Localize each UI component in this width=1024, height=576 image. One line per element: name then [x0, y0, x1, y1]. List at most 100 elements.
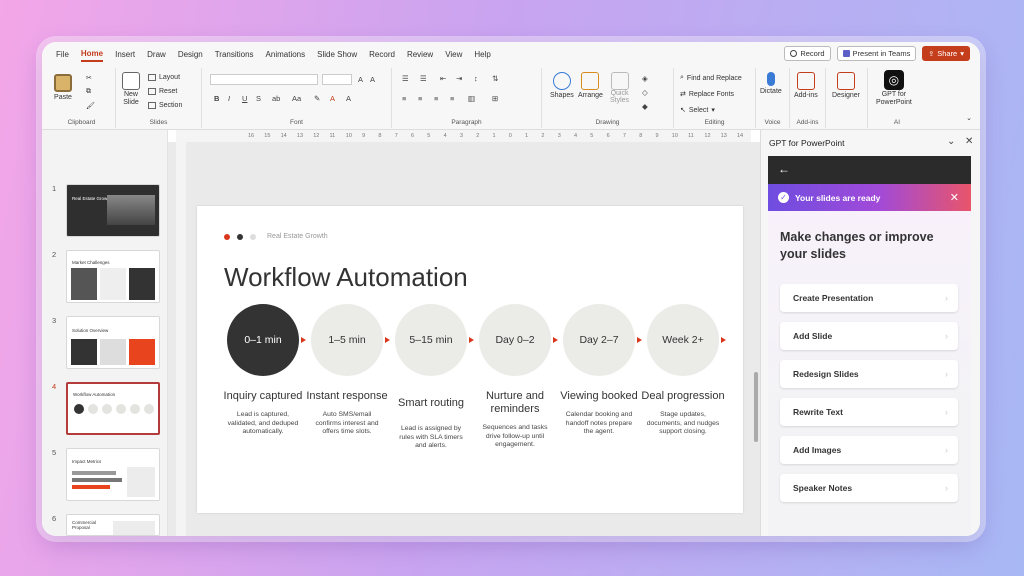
font-size-select[interactable] [322, 74, 352, 85]
text-direction-icon[interactable]: ⇅ [492, 74, 498, 83]
line-spacing-icon[interactable]: ↕ [474, 74, 478, 83]
character-spacing-icon[interactable]: ab [272, 94, 280, 103]
paste-button[interactable]: Paste [54, 74, 72, 101]
format-painter-icon[interactable]: 🖌 [86, 102, 95, 110]
arrange-button[interactable]: Arrange [578, 72, 603, 99]
align-right-icon[interactable]: ≡ [434, 94, 438, 103]
menu-animations[interactable]: Animations [266, 48, 306, 61]
menu-insert[interactable]: Insert [115, 48, 135, 61]
present-label: Present in Teams [852, 49, 911, 58]
bullets-icon[interactable]: ☰ [402, 74, 409, 83]
font-color-icon[interactable]: A [330, 94, 335, 103]
strikethrough-icon[interactable]: S [256, 94, 261, 103]
new-slide-button[interactable]: New Slide [122, 72, 140, 106]
align-center-icon[interactable]: ≡ [418, 94, 422, 103]
dismiss-icon[interactable]: ✕ [950, 191, 959, 204]
section-button[interactable]: Section [148, 102, 182, 109]
replace-fonts-button[interactable]: ⇄ Replace Fonts [680, 90, 734, 99]
dark-card [71, 339, 97, 365]
ai-group: ◎ GPT for PowerPoint AI [868, 68, 926, 128]
quick-styles-button[interactable]: Quick Styles [610, 72, 629, 104]
cut-icon[interactable]: ✂ [86, 74, 92, 82]
columns-icon[interactable]: ▥ [468, 94, 475, 103]
menu-transitions[interactable]: Transitions [215, 48, 254, 61]
close-icon[interactable]: ✕ [965, 136, 973, 147]
increase-indent-icon[interactable]: ⇥ [456, 74, 462, 83]
collapse-ribbon-icon[interactable]: ⌄ [966, 114, 972, 122]
menu-home[interactable]: Home [80, 47, 104, 62]
shapes-icon [552, 72, 571, 90]
chevron-down-icon[interactable]: ⌄ [947, 136, 955, 147]
font-name-select[interactable] [210, 74, 318, 85]
thumbnail-slide-2[interactable]: Market Challenges [66, 250, 160, 303]
highlight-icon[interactable]: ✎ [314, 94, 320, 103]
find-replace-button[interactable]: ⌕ Find and Replace [680, 74, 742, 82]
shapes-button[interactable]: Shapes [550, 72, 574, 99]
thumbnail-slide-1[interactable]: Real Estate Growth [66, 184, 160, 237]
present-in-teams-button[interactable]: Present in Teams [836, 46, 917, 61]
menu-slide-show[interactable]: Slide Show [317, 48, 357, 61]
change-case-icon[interactable]: Aa [292, 94, 301, 103]
underline-icon[interactable]: U [242, 94, 247, 103]
workflow-step[interactable]: 5–15 min Smart routing Lead is assigned … [389, 304, 473, 451]
ruler-tick: 6 [606, 133, 610, 139]
thumbnail-slide-6[interactable]: Commercial Proposal [66, 514, 160, 536]
menu-view[interactable]: View [445, 48, 462, 61]
workflow-step[interactable]: Day 0–2 Nurture and reminders Sequences … [473, 304, 557, 450]
vertical-ruler [176, 142, 186, 536]
numbering-icon[interactable]: ☰ [420, 74, 427, 83]
share-button[interactable]: ⇪ Share ▾ [922, 46, 970, 61]
clear-formatting-icon[interactable]: A [346, 94, 351, 103]
decrease-indent-icon[interactable]: ⇤ [440, 74, 446, 83]
record-button[interactable]: Record [784, 46, 831, 61]
copy-icon[interactable]: ⧉ [86, 88, 91, 96]
grow-font-icon[interactable]: A [358, 75, 363, 84]
menu-draw[interactable]: Draw [147, 48, 166, 61]
canvas-scrollbar[interactable] [754, 372, 758, 442]
bold-icon[interactable]: B [214, 94, 219, 103]
add-slide-button[interactable]: Add Slide › [780, 322, 958, 350]
editing-label: Editing [704, 119, 725, 126]
powerpoint-window: File Home Insert Draw Design Transitions… [42, 42, 980, 536]
shrink-font-icon[interactable]: A [370, 75, 375, 84]
workflow-step[interactable]: Day 2–7 Viewing booked Calendar booking … [557, 304, 641, 437]
quick-styles-label-2: Styles [610, 97, 630, 104]
align-left-icon[interactable]: ≡ [402, 94, 406, 103]
smartart-icon[interactable]: ⊞ [492, 94, 498, 103]
thumb-title: Impact Metrics [72, 459, 102, 464]
workflow-step[interactable]: 0–1 min Inquiry captured Lead is capture… [221, 304, 305, 437]
redesign-slides-button[interactable]: Redesign Slides › [780, 360, 958, 388]
select-button[interactable]: ↖ Select ▾ [680, 106, 715, 115]
menu-design[interactable]: Design [178, 48, 203, 61]
ruler-tick: 4 [574, 133, 578, 139]
layout-button[interactable]: Layout [148, 74, 180, 81]
gpt-for-powerpoint-button[interactable]: ◎ GPT for PowerPoint [876, 70, 912, 106]
thumbnail-slide-3[interactable]: Solution Overview [66, 316, 160, 369]
add-images-button[interactable]: Add Images › [780, 436, 958, 464]
addins-button[interactable]: Add-ins [794, 72, 818, 99]
shape-effects-icon[interactable]: ◆ [642, 102, 648, 111]
rewrite-text-button[interactable]: Rewrite Text › [780, 398, 958, 426]
menu-record[interactable]: Record [369, 48, 395, 61]
slide-title[interactable]: Workflow Automation [224, 262, 468, 293]
thumbnail-slide-5[interactable]: Impact Metrics [66, 448, 160, 501]
shape-fill-icon[interactable]: ◈ [642, 74, 648, 83]
check-icon: ✓ [778, 192, 789, 203]
menu-review[interactable]: Review [407, 48, 433, 61]
current-slide[interactable]: Real Estate Growth Workflow Automation 0… [197, 206, 743, 513]
back-arrow-icon[interactable]: ← [778, 162, 790, 176]
dictate-button[interactable]: Dictate [760, 72, 782, 95]
menu-file[interactable]: File [56, 48, 69, 61]
designer-button[interactable]: Designer [832, 72, 860, 99]
menu-help[interactable]: Help [474, 48, 490, 61]
create-presentation-button[interactable]: Create Presentation › [780, 284, 958, 312]
italic-icon[interactable]: I [228, 94, 230, 103]
justify-icon[interactable]: ≡ [450, 94, 454, 103]
thumbnail-slide-4[interactable]: Workflow Automation [66, 382, 160, 435]
mini-circle [88, 404, 98, 414]
workflow-step[interactable]: 1–5 min Instant response Auto SMS/email … [305, 304, 389, 437]
shape-outline-icon[interactable]: ◇ [642, 88, 648, 97]
workflow-step[interactable]: Week 2+ Deal progression Stage updates, … [641, 304, 725, 437]
reset-button[interactable]: Reset [148, 88, 177, 95]
speaker-notes-button[interactable]: Speaker Notes › [780, 474, 958, 502]
